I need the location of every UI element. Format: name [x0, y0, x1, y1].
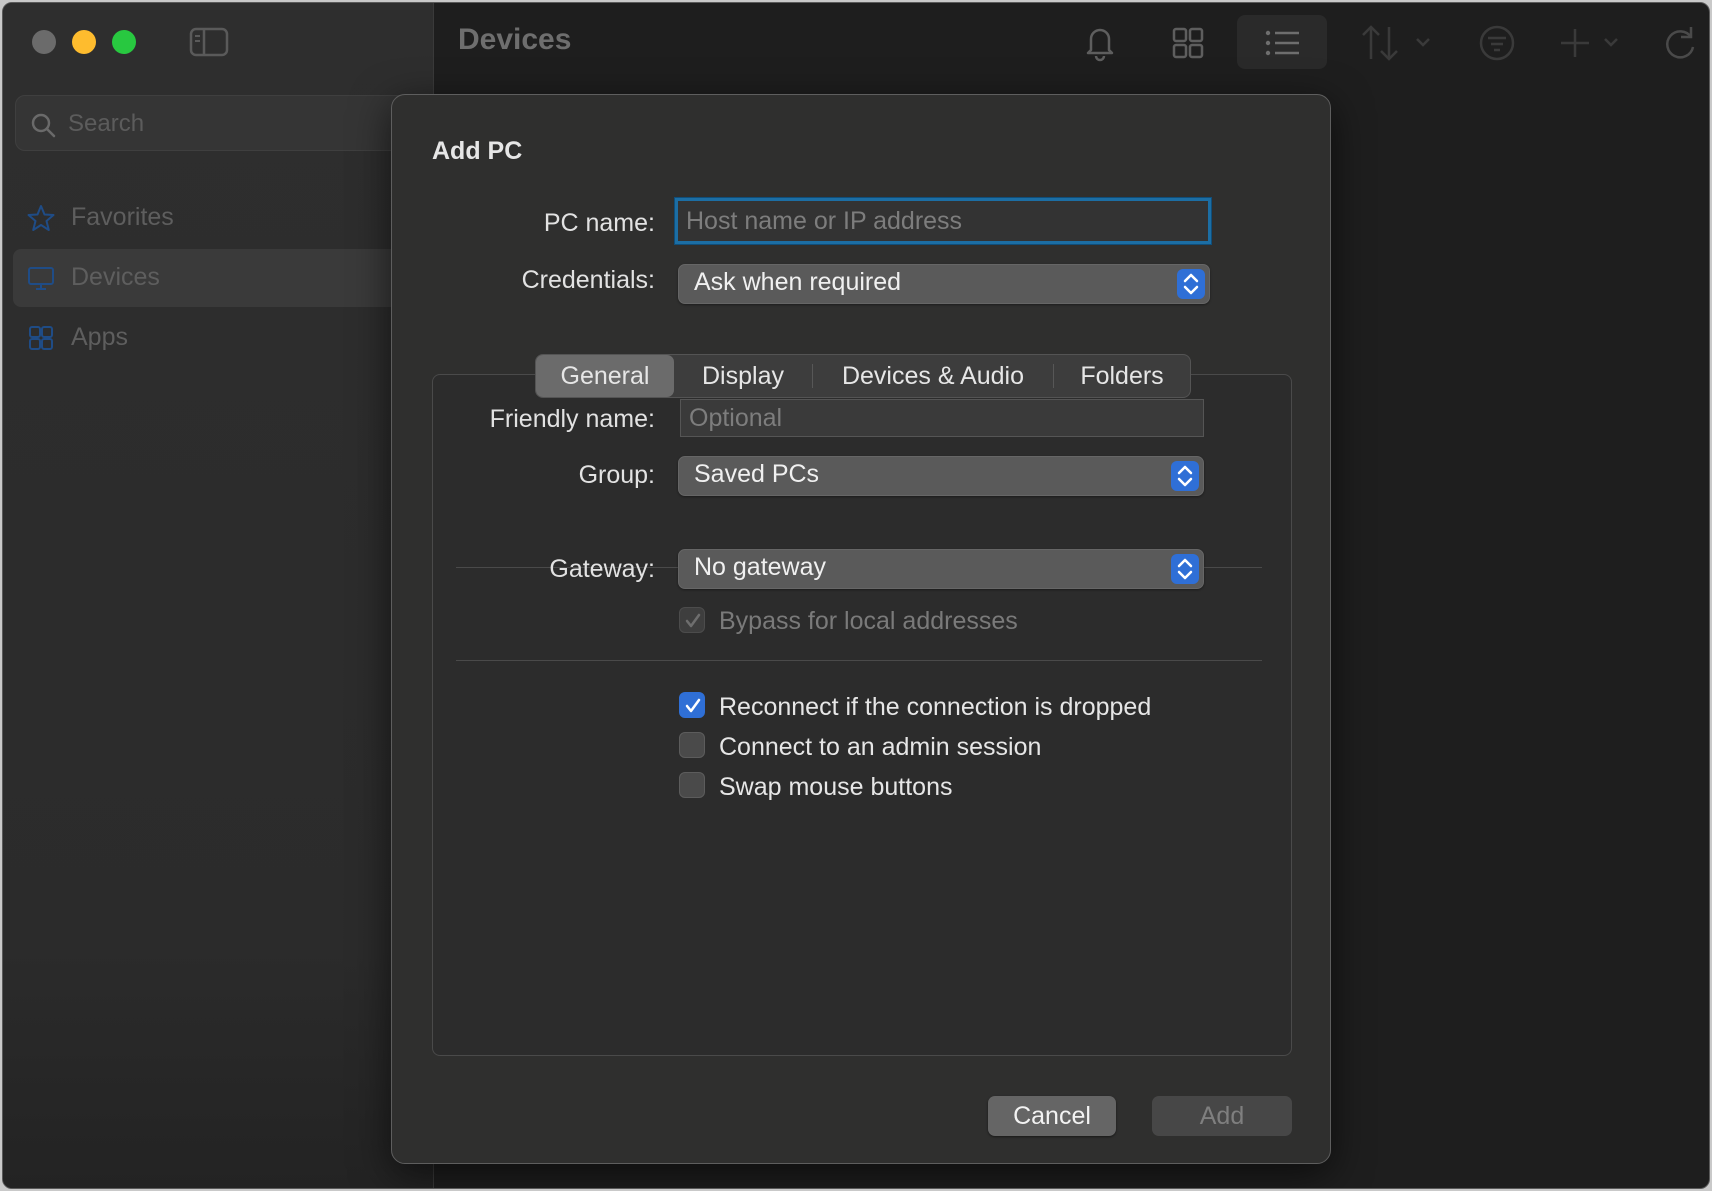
bell-icon[interactable]: [1083, 23, 1117, 63]
sidebar-item-devices[interactable]: Devices: [13, 249, 423, 307]
monitor-icon: [27, 264, 55, 292]
app-window: Favorites Devices Apps: [2, 2, 1710, 1189]
refresh-icon[interactable]: [1661, 23, 1701, 63]
group-select[interactable]: Saved PCs: [678, 456, 1204, 496]
swap-mouse-checkbox[interactable]: [679, 772, 705, 798]
dialog-title: Add PC: [432, 137, 523, 165]
sidebar-toggle-icon[interactable]: [189, 27, 229, 57]
gateway-select[interactable]: No gateway: [678, 549, 1204, 589]
section-divider: [456, 660, 1262, 661]
star-icon: [27, 204, 55, 232]
tab-devices-audio[interactable]: Devices & Audio: [813, 355, 1053, 397]
admin-session-checkbox[interactable]: [679, 732, 705, 758]
tab-general[interactable]: General: [536, 355, 674, 397]
cancel-button[interactable]: Cancel: [988, 1096, 1116, 1136]
gateway-value: No gateway: [694, 553, 827, 581]
tab-bar: General Display Devices & Audio Folders: [535, 354, 1191, 398]
search-icon: [30, 112, 56, 138]
bypass-local-checkbox: [679, 607, 705, 633]
tab-display[interactable]: Display: [674, 355, 812, 397]
tab-folders[interactable]: Folders: [1054, 355, 1190, 397]
sidebar-item-label: Devices: [71, 263, 160, 291]
sidebar-item-label: Favorites: [71, 203, 174, 231]
apps-grid-icon: [27, 324, 55, 352]
checkmark-icon: [685, 698, 701, 713]
pc-name-label: PC name:: [543, 209, 655, 237]
close-window-button[interactable]: [32, 30, 56, 54]
sidebar-item-apps[interactable]: Apps: [13, 309, 423, 367]
up-down-chevron-icon: [1177, 269, 1205, 299]
up-down-chevron-icon: [1171, 461, 1199, 491]
group-value: Saved PCs: [694, 460, 820, 488]
grid-view-icon[interactable]: [1171, 23, 1205, 63]
credentials-label: Credentials:: [521, 266, 655, 294]
list-view-icon[interactable]: [1263, 23, 1303, 63]
minimize-window-button[interactable]: [72, 30, 96, 54]
sort-icon[interactable]: [1359, 23, 1435, 63]
reconnect-checkbox[interactable]: [679, 692, 705, 718]
filter-icon[interactable]: [1477, 23, 1517, 63]
credentials-select[interactable]: Ask when required: [678, 264, 1210, 304]
group-label: Group:: [578, 461, 655, 489]
reconnect-label: Reconnect if the connection is dropped: [719, 693, 1152, 721]
search-input[interactable]: [68, 104, 398, 144]
swap-mouse-label: Swap mouse buttons: [719, 773, 953, 801]
sidebar-item-label: Apps: [71, 323, 128, 351]
add-pc-dialog: Add PC PC name: Credentials: Ask when re…: [391, 94, 1331, 1164]
up-down-chevron-icon: [1171, 554, 1199, 584]
credentials-value: Ask when required: [694, 268, 902, 296]
sidebar: Favorites Devices Apps: [3, 3, 434, 1188]
gateway-label: Gateway:: [549, 555, 655, 583]
friendly-name-input[interactable]: [680, 399, 1204, 437]
add-icon[interactable]: [1559, 23, 1623, 63]
page-title: Devices: [458, 23, 572, 56]
friendly-name-label: Friendly name:: [489, 405, 655, 433]
search-field[interactable]: [15, 95, 415, 151]
checkmark-icon: [685, 613, 701, 628]
admin-session-label: Connect to an admin session: [719, 733, 1042, 761]
maximize-window-button[interactable]: [112, 30, 136, 54]
add-button[interactable]: Add: [1152, 1096, 1292, 1136]
sidebar-item-favorites[interactable]: Favorites: [13, 189, 423, 247]
bypass-local-label: Bypass for local addresses: [719, 607, 1018, 635]
pc-name-input[interactable]: [675, 198, 1211, 244]
